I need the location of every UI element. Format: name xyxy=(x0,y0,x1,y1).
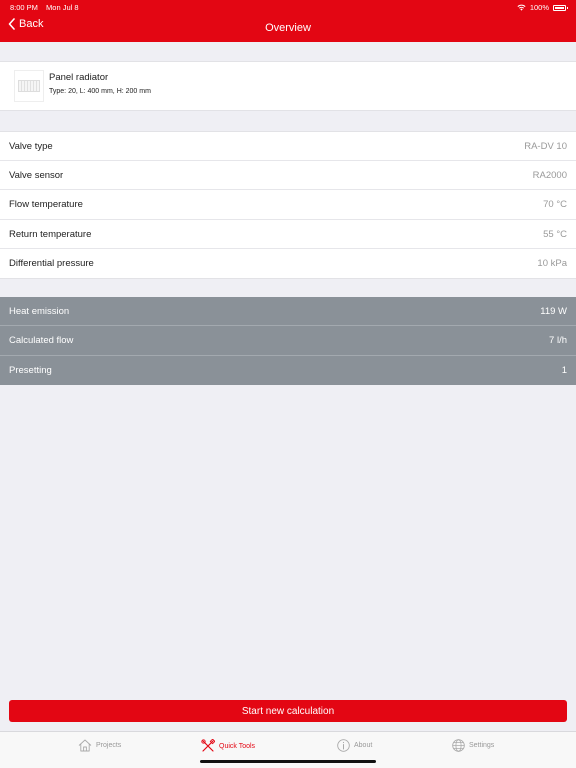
param-label: Differential pressure xyxy=(9,257,94,269)
param-row-valve-type: Valve type RA-DV 10 xyxy=(0,132,576,162)
result-value: 1 xyxy=(561,364,567,376)
param-value: RA2000 xyxy=(532,170,567,182)
tab-label: Quick Tools xyxy=(219,742,256,750)
tab-label: Settings xyxy=(469,742,495,749)
param-value: 70 °C xyxy=(543,199,567,211)
battery-percent: 100% xyxy=(529,3,549,12)
info-icon xyxy=(337,739,350,752)
param-row-valve-sensor: Valve sensor RA2000 xyxy=(0,161,576,191)
page-title: Overview xyxy=(265,22,311,34)
param-label: Valve sensor xyxy=(9,170,64,182)
house-icon xyxy=(78,739,92,752)
param-row-differential-pressure: Differential pressure 10 kPa xyxy=(0,249,576,278)
param-value: 10 kPa xyxy=(537,257,567,269)
result-row-calculated-flow: Calculated flow 7 l/h xyxy=(0,326,576,356)
result-label: Calculated flow xyxy=(9,335,74,347)
header: 8:00 PM Mon Jul 8 100% Back Overview xyxy=(0,0,576,42)
tab-about[interactable]: About xyxy=(337,739,372,752)
product-name: Panel radiator xyxy=(49,72,109,83)
home-indicator xyxy=(200,760,376,763)
result-label: Presetting xyxy=(9,364,52,376)
param-value: 55 °C xyxy=(543,228,567,240)
globe-icon xyxy=(452,739,465,752)
tab-quick-tools[interactable]: Quick Tools xyxy=(201,739,255,753)
battery-icon xyxy=(553,4,568,11)
status-bar: 8:00 PM Mon Jul 8 100% xyxy=(0,0,576,13)
result-row-heat-emission: Heat emission 119 W xyxy=(0,297,576,327)
status-time: 8:00 PM xyxy=(10,3,38,12)
product-card[interactable]: Panel radiator Type: 20, L: 400 mm, H: 2… xyxy=(0,61,576,111)
param-label: Valve type xyxy=(9,141,53,152)
navigation-bar: Back Overview xyxy=(0,14,576,42)
tab-settings[interactable]: Settings xyxy=(452,739,494,752)
tab-label: Projects xyxy=(96,742,122,749)
param-label: Flow temperature xyxy=(9,199,83,211)
product-details: Type: 20, L: 400 mm, H: 200 mm xyxy=(49,88,151,95)
tab-label: About xyxy=(354,742,373,749)
param-row-flow-temperature: Flow temperature 70 °C xyxy=(0,190,576,220)
wifi-icon xyxy=(517,4,526,11)
tab-projects[interactable]: Projects xyxy=(78,739,121,752)
result-row-presetting: Presetting 1 xyxy=(0,356,576,385)
radiator-thumbnail xyxy=(14,70,44,102)
result-value: 7 l/h xyxy=(549,335,567,347)
param-value: RA-DV 10 xyxy=(524,141,567,152)
start-new-calculation-button[interactable]: Start new calculation xyxy=(9,700,567,722)
tools-icon xyxy=(201,739,215,752)
param-label: Return temperature xyxy=(9,228,92,240)
parameter-list: Valve type RA-DV 10 Valve sensor RA2000 … xyxy=(0,131,576,279)
result-label: Heat emission xyxy=(9,306,70,317)
result-list: Heat emission 119 W Calculated flow 7 l/… xyxy=(0,297,576,385)
result-value: 119 W xyxy=(540,306,567,317)
param-row-return-temperature: Return temperature 55 °C xyxy=(0,220,576,249)
status-date: Mon Jul 8 xyxy=(46,3,79,12)
